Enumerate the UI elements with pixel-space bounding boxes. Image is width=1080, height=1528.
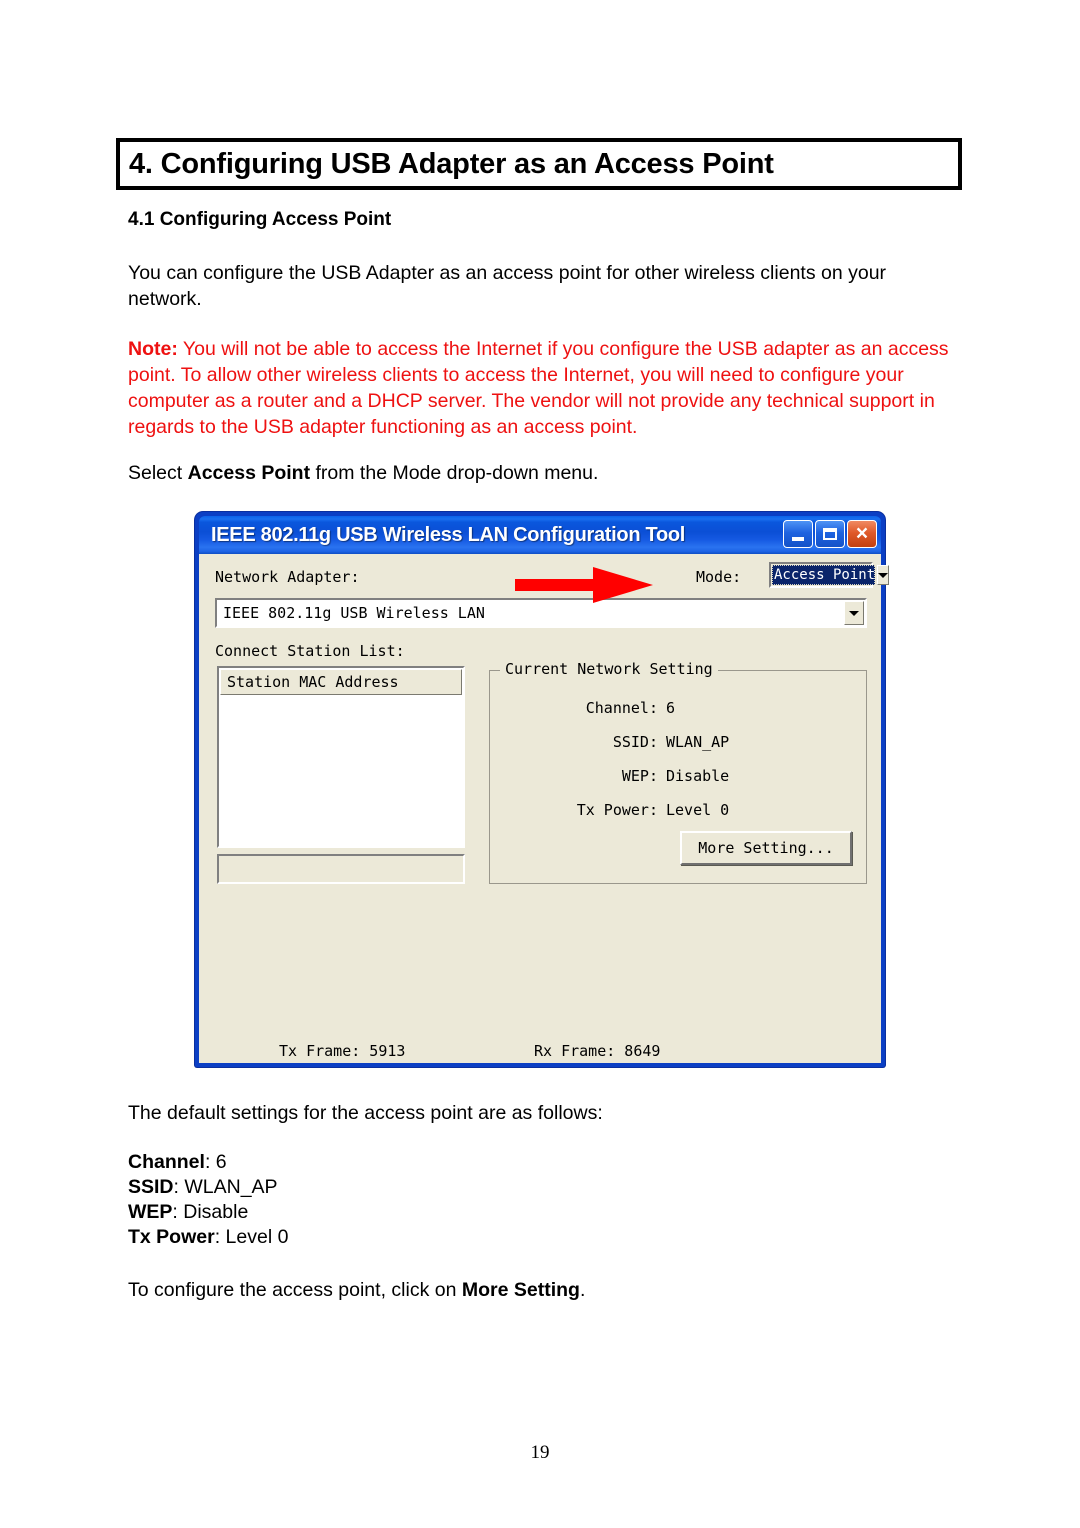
close-icon: × <box>855 521 869 545</box>
defaults-value-channel: : 6 <box>204 1151 227 1173</box>
defaults-value-wep: : Disable <box>172 1201 249 1223</box>
select-instruction: Select Access Point from the Mode drop-d… <box>128 460 956 486</box>
setting-key-tx-power: Tx Power: <box>576 801 658 819</box>
more-setting-button[interactable]: More Setting... <box>680 831 852 865</box>
setting-row-ssid: SSID: WLAN_AP <box>490 733 866 751</box>
station-list[interactable]: Station MAC Address <box>217 666 465 848</box>
select-suffix: from the Mode drop-down menu. <box>310 462 599 484</box>
chevron-down-icon <box>878 572 889 578</box>
defaults-item-tx-power: Tx Power: Level 0 <box>128 1225 956 1250</box>
mode-dropdown-value: Access Point <box>774 567 876 583</box>
page-number: 19 <box>530 1442 550 1463</box>
window-title-bar: IEEE 802.11g USB Wireless LAN Configurat… <box>199 516 881 554</box>
window-controls: × <box>783 520 877 548</box>
setting-value-wep: Disable <box>666 767 730 785</box>
setting-value-tx-power: Level 0 <box>666 801 730 819</box>
closing-paragraph: To configure the access point, click on … <box>128 1277 956 1303</box>
note-label: Note: <box>128 338 178 360</box>
document-page: 4. Configuring USB Adapter as an Access … <box>0 0 1080 1528</box>
defaults-item-channel: Channel: 6 <box>128 1150 956 1175</box>
close-button[interactable]: × <box>847 520 877 548</box>
network-adapter-dropdown[interactable]: IEEE 802.11g USB Wireless LAN <box>215 598 867 628</box>
maximize-icon <box>823 528 837 540</box>
defaults-label-wep: WEP <box>128 1201 173 1223</box>
defaults-label-channel: Channel <box>128 1151 205 1173</box>
chapter-title-box: 4. Configuring USB Adapter as an Access … <box>116 138 962 190</box>
section-heading: 4.1 Configuring Access Point <box>128 209 392 230</box>
setting-value-channel: 6 <box>666 699 676 717</box>
setting-row-channel: Channel: 6 <box>490 699 866 717</box>
mode-dropdown-arrow-button[interactable] <box>877 565 890 585</box>
defaults-value-tx-power: : Level 0 <box>214 1226 289 1248</box>
defaults-item-ssid: SSID: WLAN_AP <box>128 1175 956 1200</box>
station-list-status-bar <box>217 854 465 884</box>
maximize-button[interactable] <box>815 520 845 548</box>
station-list-rows[interactable] <box>219 695 463 845</box>
defaults-item-wep: WEP: Disable <box>128 1200 956 1225</box>
setting-value-ssid: WLAN_AP <box>666 733 730 751</box>
mode-dropdown[interactable]: Access Point <box>769 562 890 588</box>
select-prefix: Select <box>128 462 188 484</box>
defaults-value-ssid: : WLAN_AP <box>173 1176 278 1198</box>
minimize-button[interactable] <box>783 520 813 548</box>
configuration-tool-window: IEEE 802.11g USB Wireless LAN Configurat… <box>195 512 890 1067</box>
current-network-setting-group: Current Network Setting Channel: 6 SSID:… <box>489 660 867 884</box>
page-title: 4. Configuring USB Adapter as an Access … <box>129 147 774 180</box>
closing-suffix: . <box>579 1279 586 1301</box>
current-network-setting-legend: Current Network Setting <box>500 660 718 678</box>
setting-row-tx-power: Tx Power: Level 0 <box>490 801 866 819</box>
select-bold-term: Access Point <box>187 462 311 484</box>
note-body: You will not be able to access the Inter… <box>128 338 949 438</box>
network-adapter-value: IEEE 802.11g USB Wireless LAN <box>223 604 485 622</box>
setting-key-channel: Channel: <box>585 699 658 717</box>
minimize-icon <box>792 536 804 541</box>
mode-dropdown-value-area[interactable]: Access Point <box>772 565 876 585</box>
closing-prefix: To configure the access point, click on <box>128 1279 462 1301</box>
note-paragraph: Note: You will not be able to access the… <box>128 336 956 440</box>
network-adapter-dropdown-arrow-button[interactable] <box>844 601 864 625</box>
connect-station-list-label: Connect Station List: <box>215 642 405 660</box>
intro-paragraph: You can configure the USB Adapter as an … <box>128 262 887 310</box>
chevron-down-icon <box>849 610 859 616</box>
network-adapter-label: Network Adapter: <box>215 568 360 586</box>
closing-bold-term: More Setting <box>461 1279 580 1301</box>
window-client-area: Network Adapter: Mode: Access Point IEEE… <box>199 554 890 1063</box>
window-title: IEEE 802.11g USB Wireless LAN Configurat… <box>211 523 686 546</box>
defaults-label-tx-power: Tx Power <box>128 1226 215 1248</box>
defaults-lead-paragraph: The default settings for the access poin… <box>128 1102 603 1124</box>
defaults-label-ssid: SSID <box>128 1176 174 1198</box>
setting-key-wep: WEP: <box>621 767 658 785</box>
mode-label: Mode: <box>696 568 742 586</box>
tx-frame-counter: Tx Frame: 5913 <box>279 1042 406 1060</box>
rx-frame-counter: Rx Frame: 8649 <box>534 1042 661 1060</box>
station-list-column-header[interactable]: Station MAC Address <box>220 669 462 695</box>
setting-row-wep: WEP: Disable <box>490 767 866 785</box>
defaults-list: Channel: 6 SSID: WLAN_AP WEP: Disable Tx… <box>128 1150 956 1250</box>
setting-key-ssid: SSID: <box>612 733 658 751</box>
